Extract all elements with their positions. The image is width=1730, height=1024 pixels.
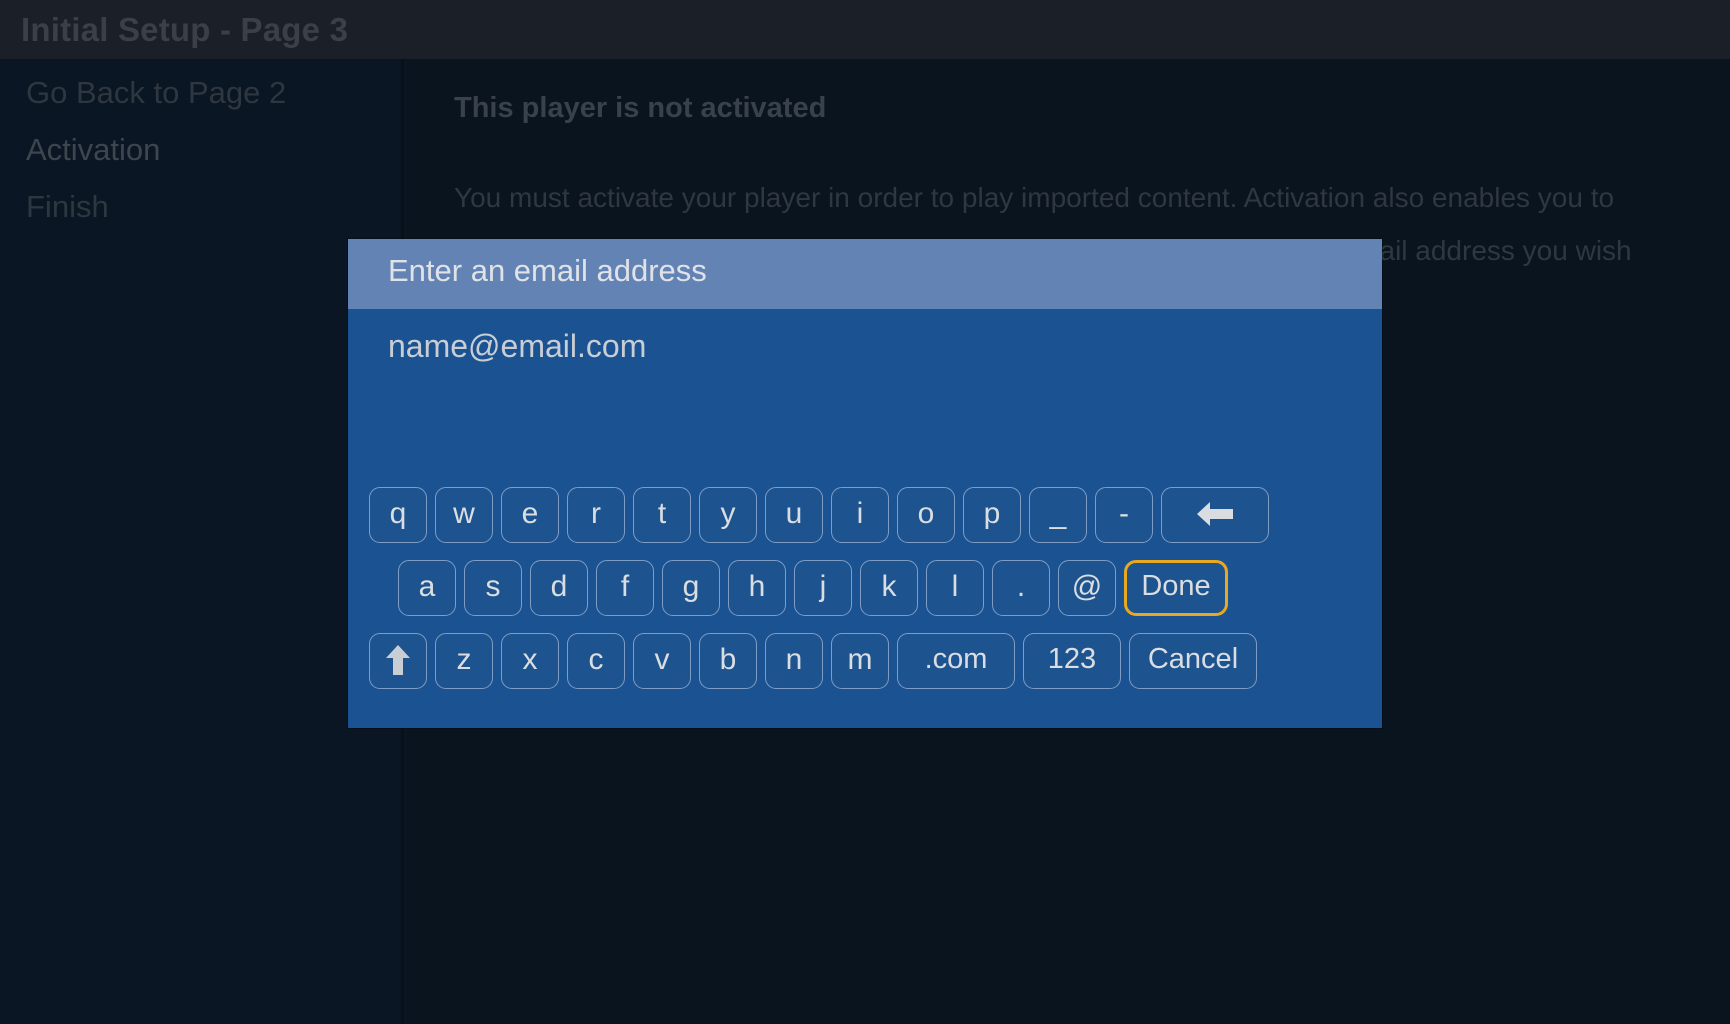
page-title: Initial Setup - Page 3 <box>21 11 349 48</box>
app-screen: Initial Setup - Page 3 Go Back to Page 2… <box>0 0 1730 1024</box>
key-m[interactable]: m <box>831 633 889 689</box>
key-x[interactable]: x <box>501 633 559 689</box>
key-k[interactable]: k <box>860 560 918 616</box>
email-entry-dialog: Enter an email address name@email.com qw… <box>348 239 1382 728</box>
sidebar-item-finish[interactable]: Finish <box>26 189 109 225</box>
key-w[interactable]: w <box>435 487 493 543</box>
key-s[interactable]: s <box>464 560 522 616</box>
key-t[interactable]: t <box>633 487 691 543</box>
key-at[interactable]: @ <box>1058 560 1116 616</box>
key-period[interactable]: . <box>992 560 1050 616</box>
key-hyphen[interactable]: - <box>1095 487 1153 543</box>
content-heading: This player is not activated <box>454 92 827 124</box>
title-bar: Initial Setup - Page 3 <box>0 0 1730 59</box>
email-input[interactable]: name@email.com <box>388 328 646 365</box>
key-v[interactable]: v <box>633 633 691 689</box>
dialog-title: Enter an email address <box>388 253 707 288</box>
key-z[interactable]: z <box>435 633 493 689</box>
key-e[interactable]: e <box>501 487 559 543</box>
key-n[interactable]: n <box>765 633 823 689</box>
cancel-button[interactable]: Cancel <box>1129 633 1257 689</box>
key-i[interactable]: i <box>831 487 889 543</box>
keyboard-row-1: q w e r t y u i o p _ - <box>369 487 1269 543</box>
key-j[interactable]: j <box>794 560 852 616</box>
key-l[interactable]: l <box>926 560 984 616</box>
key-y[interactable]: y <box>699 487 757 543</box>
key-numbers[interactable]: 123 <box>1023 633 1121 689</box>
sidebar-item-go-back-to-page-2[interactable]: Go Back to Page 2 <box>26 75 286 111</box>
key-a[interactable]: a <box>398 560 456 616</box>
key-p[interactable]: p <box>963 487 1021 543</box>
keyboard-row-2: a s d f g h j k l. @ Done <box>398 560 1228 616</box>
key-c[interactable]: c <box>567 633 625 689</box>
key-underscore[interactable]: _ <box>1029 487 1087 543</box>
sidebar: Go Back to Page 2 Activation Finish <box>0 59 403 1024</box>
key-d[interactable]: d <box>530 560 588 616</box>
dialog-header: Enter an email address <box>348 239 1382 309</box>
key-o[interactable]: o <box>897 487 955 543</box>
done-button[interactable]: Done <box>1124 560 1228 616</box>
key-b[interactable]: b <box>699 633 757 689</box>
key-f[interactable]: f <box>596 560 654 616</box>
keyboard-row-3: z x c v b n m .com 123 Cancel <box>369 633 1257 689</box>
key-q[interactable]: q <box>369 487 427 543</box>
key-h[interactable]: h <box>728 560 786 616</box>
key-dotcom[interactable]: .com <box>897 633 1015 689</box>
shift-icon[interactable] <box>369 633 427 689</box>
key-g[interactable]: g <box>662 560 720 616</box>
sidebar-item-activation[interactable]: Activation <box>26 132 160 168</box>
key-u[interactable]: u <box>765 487 823 543</box>
backspace-icon[interactable] <box>1161 487 1269 543</box>
key-r[interactable]: r <box>567 487 625 543</box>
